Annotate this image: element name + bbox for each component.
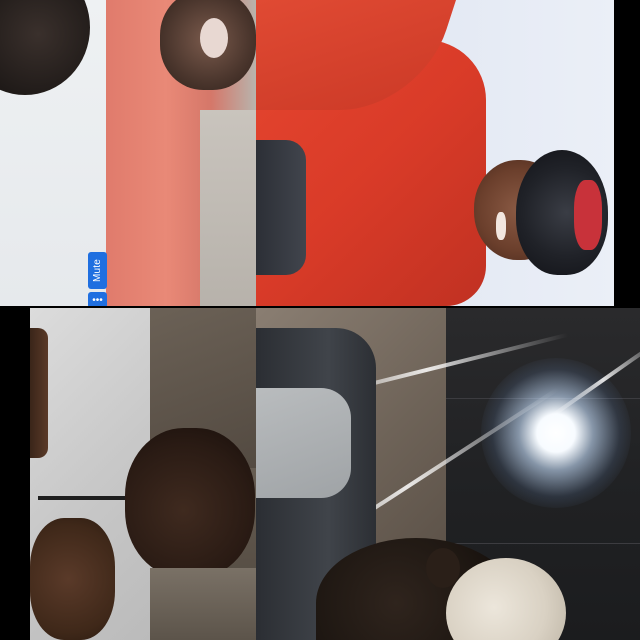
participant-tile-3[interactable] [30,308,256,640]
background-region [150,568,256,640]
helmet-accent [574,180,602,250]
meeting-controls: Mute ••• [88,252,107,306]
video-gallery: Mute ••• [0,0,640,640]
jacket-reflective-panel [256,388,351,498]
tile-separator [0,306,640,308]
mute-button[interactable]: Mute [88,252,107,289]
participant-hand-left [30,328,48,458]
participant-smile [496,212,506,240]
background-region [200,110,256,306]
ceiling-light-glare [481,358,631,508]
participant-tile-4[interactable] [256,308,640,640]
participant-tile-2[interactable] [256,0,614,306]
more-options-icon[interactable]: ••• [88,292,107,306]
participant-hand [30,518,115,640]
earphone-cord [38,496,128,500]
backpack-strap [256,140,306,275]
participant-mouth [200,18,228,58]
participant-tile-1[interactable]: Mute ••• [0,0,256,306]
ceiling-panel-line [446,543,640,544]
participant-head [125,428,255,578]
